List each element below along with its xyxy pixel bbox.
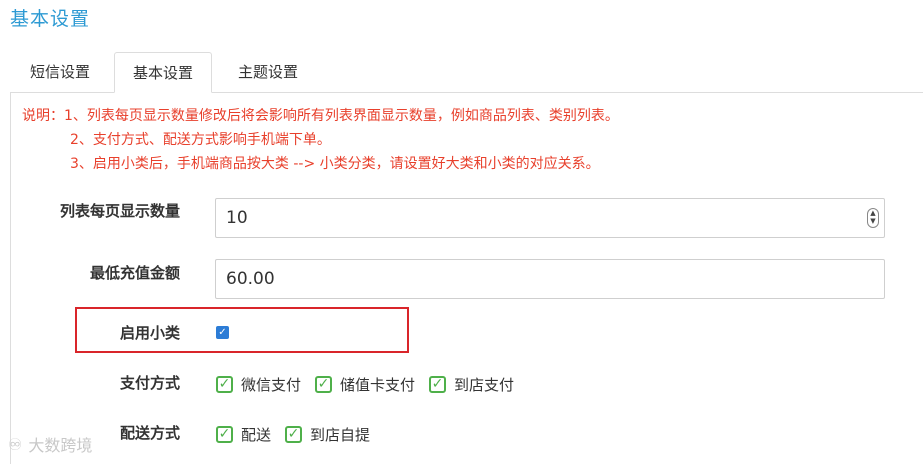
check-icon: ✓ xyxy=(216,376,233,393)
subcategory-label: 启用小类 xyxy=(119,324,180,342)
payment-option-label: 储值卡支付 xyxy=(340,376,416,394)
tab-sms-settings[interactable]: 短信设置 xyxy=(10,52,110,92)
delivery-option-label: 配送 xyxy=(241,426,272,444)
watermark: ♾ 大数跨境 xyxy=(8,432,92,456)
note-line-2: 2、支付方式、配送方式影响手机端下单。 xyxy=(70,132,331,148)
payment-option-label: 到店支付 xyxy=(454,376,515,394)
payment-option-label: 微信支付 xyxy=(241,376,302,394)
panel-border xyxy=(10,92,11,464)
page-title: 基本设置 xyxy=(10,8,91,30)
payment-option-in-store[interactable]: ✓ 到店支付 xyxy=(429,374,514,395)
page-size-value: 10 xyxy=(226,208,248,228)
check-icon: ✓ xyxy=(315,376,333,393)
check-icon: ✓ xyxy=(218,327,227,338)
delivery-option-pickup[interactable]: ✓ 到店自提 xyxy=(285,424,370,445)
note-line-3: 3、启用小类后，手机端商品按大类 --> 小类分类，请设置好大类和小类的对应关系… xyxy=(70,156,600,172)
min-recharge-label: 最低充值金额 xyxy=(89,264,180,282)
payment-label: 支付方式 xyxy=(119,374,180,392)
page-size-label: 列表每页显示数量 xyxy=(59,202,180,220)
page-size-input[interactable]: 10 ▲ ▼ xyxy=(215,198,885,238)
delivery-options: ✓ 配送 ✓ 到店自提 xyxy=(216,424,384,445)
tab-theme-settings[interactable]: 主题设置 xyxy=(218,52,318,92)
check-icon: ✓ xyxy=(216,426,233,443)
watermark-text: 大数跨境 xyxy=(28,436,93,455)
check-icon: ✓ xyxy=(429,376,447,393)
delivery-option-label: 到店自提 xyxy=(310,426,371,444)
payment-options: ✓ 微信支付 ✓ 储值卡支付 ✓ 到店支付 xyxy=(216,374,528,395)
watermark-logo-icon: ♾ xyxy=(8,434,23,454)
notes: 说明：1、列表每页显示数量修改后将会影响所有列表界面显示数量，例如商品列表、类别… xyxy=(22,104,619,176)
min-recharge-value: 60.00 xyxy=(226,269,275,289)
payment-option-stored-card[interactable]: ✓ 储值卡支付 xyxy=(315,374,415,395)
min-recharge-input[interactable]: 60.00 xyxy=(215,259,885,299)
payment-option-wechat[interactable]: ✓ 微信支付 xyxy=(216,374,301,395)
note-line-1: 说明：1、列表每页显示数量修改后将会影响所有列表界面显示数量，例如商品列表、类别… xyxy=(22,108,619,124)
delivery-option-deliver[interactable]: ✓ 配送 xyxy=(216,424,271,445)
subcategory-checkbox[interactable]: ✓ xyxy=(216,326,229,339)
check-icon: ✓ xyxy=(285,426,303,443)
tab-basic-settings[interactable]: 基本设置 xyxy=(114,52,212,93)
number-spinner-icon[interactable]: ▲ ▼ xyxy=(867,208,879,228)
tab-bar: 短信设置 基本设置 主题设置 xyxy=(10,52,923,93)
